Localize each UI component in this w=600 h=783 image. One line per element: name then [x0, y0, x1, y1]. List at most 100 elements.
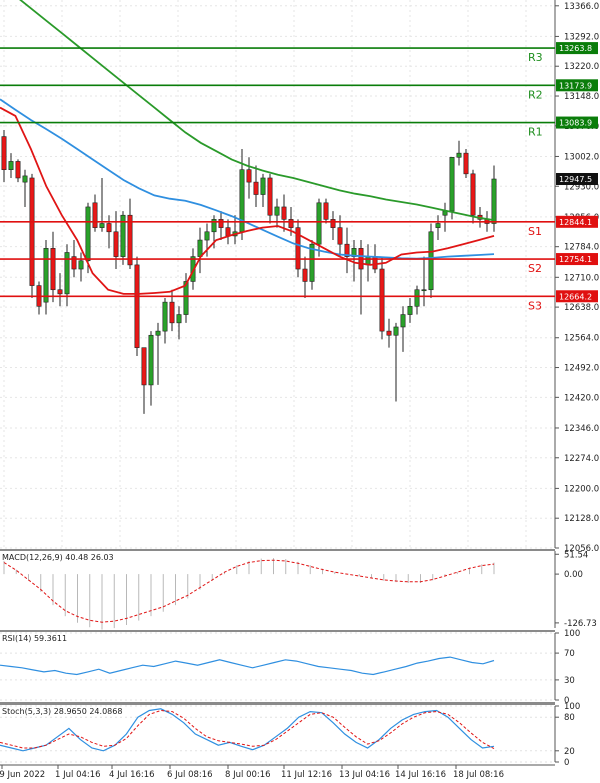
candle-body	[218, 219, 224, 228]
candle-body	[15, 161, 21, 179]
candle-body	[43, 248, 49, 303]
price-tick-label: 13366.0	[564, 2, 599, 12]
macd-tick-label: 0.00	[564, 570, 583, 580]
candle-body	[267, 177, 273, 216]
level-name-r2: R2	[528, 88, 543, 101]
stoch-tick-label: 20	[564, 747, 575, 757]
candle-body	[162, 301, 168, 332]
stoch-tick-label: 80	[564, 713, 575, 723]
panel-divider	[0, 702, 555, 705]
level-price-tag-label: 12844.1	[559, 218, 592, 227]
candle-body	[281, 206, 287, 220]
candle-body	[456, 152, 462, 158]
level-price-tag-label: 13173.9	[559, 81, 592, 90]
candle-body	[85, 206, 91, 262]
rsi-tick-label: 100	[564, 629, 580, 639]
price-tick-label: 12200.0	[564, 484, 599, 494]
time-tick-label: 14 Jul 16:16	[395, 770, 446, 780]
price-tick-label: 12420.0	[564, 393, 599, 403]
candle-body	[134, 264, 140, 348]
rsi-panel: 10070300RSI(14) 59.3611	[0, 629, 580, 706]
candle-body	[407, 305, 413, 315]
price-tick-label: 12638.0	[564, 303, 599, 313]
candle-body	[57, 289, 63, 295]
price-tick-label: 12784.0	[564, 243, 599, 253]
level-price-tag-label: 13263.8	[559, 44, 592, 53]
candle-body	[463, 152, 469, 175]
macd-tick-label: 51.54	[564, 550, 588, 560]
price-tick-label: 12492.0	[564, 364, 599, 374]
candle-body	[386, 330, 392, 336]
candle-body	[414, 289, 420, 307]
candle-body	[428, 231, 434, 291]
time-tick-label: 8 Jul 00:16	[225, 770, 271, 780]
time-tick-label: 13 Jul 04:16	[339, 770, 390, 780]
panel-divider	[0, 630, 555, 632]
candle-body	[78, 260, 84, 270]
macd-panel: 51.54 0.00 -126.73 MACD(12,26,9) 40.48 26.0…	[0, 549, 597, 630]
level-price-tag-label: 12664.2	[559, 292, 592, 301]
price-tick-label: 12274.0	[564, 454, 599, 464]
candle-body	[302, 268, 308, 282]
level-name-s3: S3	[528, 299, 542, 312]
time-tick-label: 1 Jul 04:16	[55, 770, 101, 780]
candle-body	[176, 314, 182, 324]
time-tick-label: 11 Jul 12:16	[281, 770, 332, 780]
time-tick-label: 18 Jul 08:16	[453, 770, 504, 780]
current-price-label: 12947.5	[559, 175, 592, 184]
rsi-label: RSI(14) 59.3611	[2, 634, 67, 643]
trading-chart: 13366.013292.013220.013148.013076.013002…	[0, 0, 599, 780]
stoch-tick-label: 0	[564, 758, 569, 768]
candle-body	[316, 202, 322, 245]
price-tick-label: 12346.0	[564, 424, 599, 434]
time-axis: 29 Jun 2022 1 Jul 04:16 4 Jul 16:16 6 Jul 0…	[0, 764, 555, 780]
level-name-r3: R3	[528, 51, 543, 64]
stoch-label: Stoch(5,3,3) 28.9650 24.0868	[2, 707, 122, 716]
candle-body	[29, 177, 35, 286]
price-tick-label: 13002.0	[564, 152, 599, 162]
candle-body	[491, 178, 497, 224]
level-name-s2: S2	[528, 262, 542, 275]
time-tick-label: 29 Jun 2022	[0, 770, 45, 780]
price-tick-label: 13148.0	[564, 92, 599, 102]
time-tick-label: 4 Jul 16:16	[109, 770, 155, 780]
candle-body	[1, 136, 7, 170]
macd-label: MACD(12,26,9) 40.48 26.03	[2, 553, 114, 562]
candle-body	[379, 268, 385, 332]
candle-body	[288, 219, 294, 228]
candle-body	[99, 223, 105, 228]
candle-body	[22, 175, 28, 183]
candle-body	[253, 181, 259, 195]
candle-body	[337, 227, 343, 245]
candle-body	[8, 161, 14, 170]
price-plot-area	[0, 0, 555, 548]
panel-divider	[0, 549, 555, 551]
candle-body	[197, 239, 203, 257]
price-tick-label: 12128.0	[564, 514, 599, 524]
candle-body	[106, 223, 112, 233]
level-price-tag-label: 13083.9	[559, 119, 592, 128]
candle-body	[435, 223, 441, 228]
price-panel: 13366.013292.013220.013148.013076.013002…	[0, 0, 599, 554]
candle-body	[204, 231, 210, 241]
candle-body	[393, 326, 399, 336]
candle-body	[470, 173, 476, 216]
candle-body	[225, 227, 231, 237]
stoch-d-line	[0, 709, 495, 750]
price-tick-label: 12564.0	[564, 334, 599, 344]
candle-body	[155, 330, 161, 336]
price-tick-label: 12710.0	[564, 273, 599, 283]
candle-body	[449, 156, 455, 212]
price-tick-label: 13220.0	[564, 62, 599, 72]
rsi-tick-label: 30	[564, 676, 575, 686]
candle-body	[246, 169, 252, 183]
stoch-tick-label: 100	[564, 702, 580, 712]
candle-body	[323, 202, 329, 220]
rsi-tick-label: 70	[564, 649, 575, 659]
price-tick-label: 13292.0	[564, 32, 599, 42]
candle-body	[330, 219, 336, 228]
candle-body	[148, 334, 154, 386]
candle-body	[260, 177, 266, 195]
candle-body	[400, 314, 406, 328]
candle-body	[421, 289, 427, 292]
